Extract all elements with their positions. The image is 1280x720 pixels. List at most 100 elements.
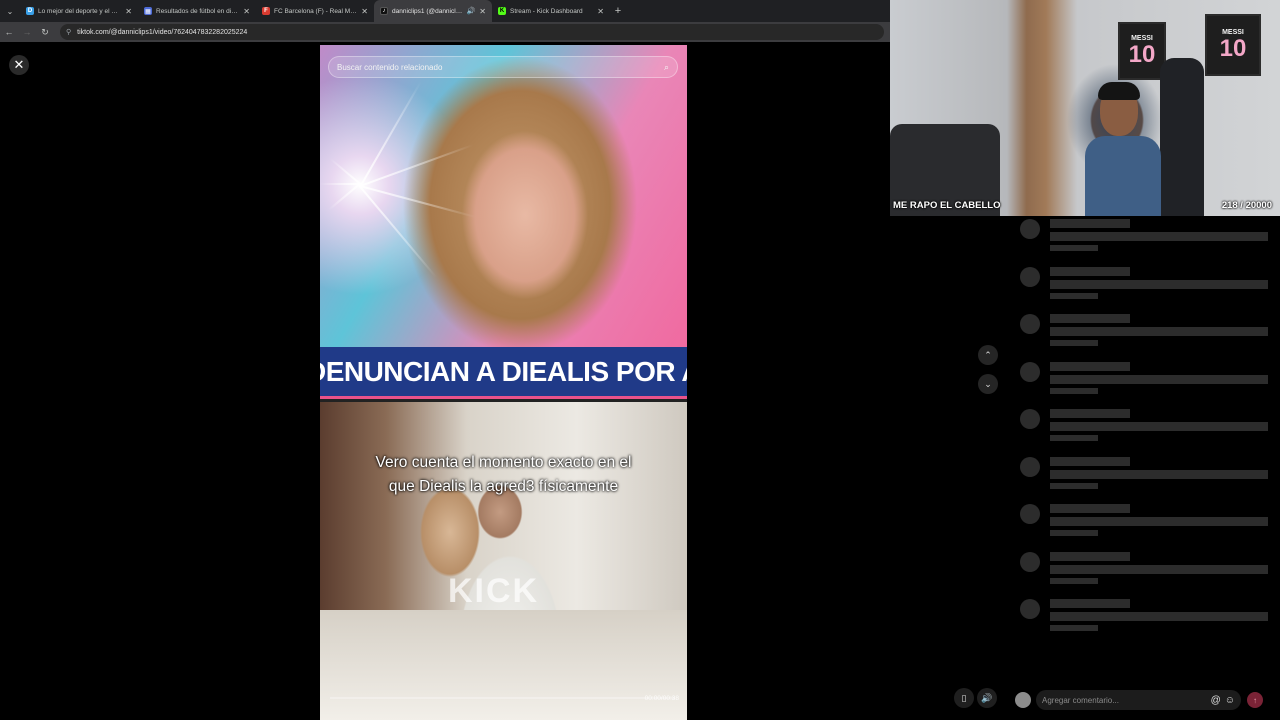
back-button[interactable]: ← [0,22,18,42]
deporte-icon: D [26,7,34,15]
messi-poster: MESSI 10 [1118,22,1166,80]
avatar [1020,504,1040,524]
caption-line: Vero cuenta el momento exacto en el [375,454,632,471]
browser-tab[interactable]: D Lo mejor del deporte y el entre ✕ [20,0,138,22]
skeleton-bar [1050,327,1268,336]
next-video-button[interactable]: ⌄ [978,374,998,394]
close-icon[interactable]: ✕ [479,7,486,16]
browser-tab[interactable]: K Stream - Kick Dashboard ✕ [492,0,610,22]
screen: ⌄ D Lo mejor del deporte y el entre ✕ ▦ … [0,0,1280,720]
comment-placeholder [1010,456,1280,497]
site-info-icon[interactable]: ⚲ [66,28,71,36]
address-bar[interactable]: ⚲ tiktok.com/@danniclips1/video/76240478… [60,24,884,40]
url-text: tiktok.com/@danniclips1/video/7624047832… [77,28,248,36]
kick-icon: K [498,7,506,15]
kick-watermark: KICK [448,572,540,610]
comment-field[interactable]: @ ☺ [1036,690,1241,710]
video-caption: Vero cuenta el momento exacto en el que … [320,451,687,499]
avatar [1015,692,1031,708]
close-icon[interactable]: ✕ [597,7,604,16]
related-search-input[interactable] [337,62,664,72]
avatar [1020,266,1040,287]
stream-title: ME RAPO EL CABELLO [893,200,1001,211]
news-headline-banner: DENUNCIAN A DIEALIS POR A [320,347,687,399]
skeleton-bar [1050,422,1268,431]
browser-tabstrip: ⌄ D Lo mejor del deporte y el entre ✕ ▦ … [0,0,890,22]
volume-icon[interactable]: 🔊 [977,688,997,708]
skeleton-bar [1050,517,1268,526]
skeleton-bar [1050,266,1130,276]
skeleton-bar [1050,564,1268,574]
browser-tab[interactable]: F FC Barcelona (F) - Real Madrid ✕ [256,0,374,22]
mention-icon[interactable]: @ [1211,695,1221,706]
tab-label: FC Barcelona (F) - Real Madrid [274,7,358,15]
goal-counter: 218 / 20000 [1221,200,1272,211]
comment-placeholder [1010,266,1280,307]
close-icon[interactable]: ✕ [243,7,250,16]
comment-placeholder [1010,504,1280,544]
forward-button[interactable]: → [18,22,36,42]
skeleton-bar [1050,456,1130,466]
tab-label: danniclips1 (@danniclips1) [392,7,464,15]
speaker-icon[interactable]: 🔊 [467,7,476,15]
skeleton-bar [1050,279,1268,289]
skeleton-bar [1050,314,1130,323]
skeleton-bar [1050,232,1268,241]
avatar [1020,314,1040,334]
messi-poster: MESSI 10 [1205,14,1261,76]
reload-button[interactable]: ↻ [36,22,54,42]
skeleton-bar [1050,361,1130,371]
browser-tab[interactable]: ▦ Resultados de fútbol en directo ✕ [138,0,256,22]
flashscore-icon: F [262,7,270,15]
skeleton-bar [1050,292,1098,299]
video-frame-bottom [320,402,687,720]
comment-placeholder [1010,361,1280,402]
skeleton-bar [1050,530,1098,536]
light-flare [320,81,476,279]
previous-video-button[interactable]: ⌃ [978,345,998,365]
avatar [1020,456,1040,477]
captions-icon[interactable]: ▯ [954,688,974,708]
avatar [1020,361,1040,382]
headphones [1098,82,1140,100]
search-icon[interactable]: ⌕ [664,62,669,73]
gaming-chair [1160,58,1204,216]
skeleton-bar [1050,599,1130,608]
video-progress-bar[interactable] [330,697,675,699]
skeleton-bar [1050,374,1268,384]
floor [320,610,687,720]
comment-input[interactable] [1042,695,1207,705]
tab-label: Lo mejor del deporte y el entre [38,7,122,15]
new-tab-button[interactable]: + [610,0,626,22]
comment-placeholder [1010,551,1280,592]
close-video-button[interactable]: ✕ [9,55,29,75]
skeleton-bar [1050,245,1098,251]
browser-tab-active[interactable]: ♪ danniclips1 (@danniclips1) 🔊 ✕ [374,0,492,22]
skeleton-bar [1050,612,1268,621]
comments-skeleton [1010,219,1280,669]
skeleton-bar [1050,387,1098,394]
avatar [1020,409,1040,429]
skeleton-bar [1050,551,1130,561]
results-icon: ▦ [144,7,152,15]
browser-toolbar: ← → ↻ ⚲ tiktok.com/@danniclips1/video/76… [0,22,890,42]
related-search-box[interactable]: ⌕ [328,56,678,78]
video-frame-top [320,45,687,347]
poster-number: 10 [1128,40,1156,68]
tab-search-button[interactable]: ⌄ [0,0,20,22]
skeleton-bar [1050,409,1130,418]
streamer [1085,136,1161,216]
send-comment-button[interactable]: ↑ [1247,692,1263,708]
tab-label: Resultados de fútbol en directo [156,7,240,15]
comment-placeholder [1010,314,1280,354]
tab-label: Stream - Kick Dashboard [510,7,583,15]
skeleton-bar [1050,435,1098,441]
emoji-icon[interactable]: ☺ [1225,695,1235,706]
skeleton-bar [1050,625,1098,631]
skeleton-bar [1050,219,1130,228]
streamer-webcam: MESSI 10 MESSI 10 ME RAPO EL CABELLO 218… [890,0,1280,216]
avatar [1020,219,1040,239]
close-icon[interactable]: ✕ [125,7,132,16]
close-icon[interactable]: ✕ [361,7,368,16]
video-player[interactable]: DENUNCIAN A DIEALIS POR A Vero cuenta el… [320,45,687,720]
